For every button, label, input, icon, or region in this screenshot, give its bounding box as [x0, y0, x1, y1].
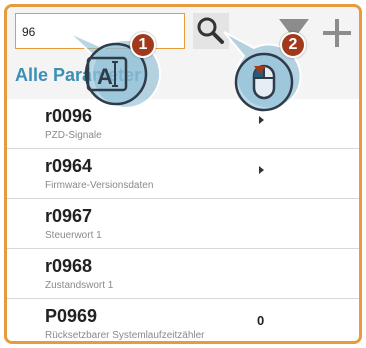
parameter-description: Zustandswort 1	[45, 280, 114, 291]
list-item[interactable]: r0964 Firmware-Versionsdaten	[7, 149, 359, 199]
list-item[interactable]: r0968 Zustandswort 1	[7, 249, 359, 299]
add-icon[interactable]	[321, 17, 353, 54]
callout-badge-2: 2	[280, 32, 306, 58]
list-item[interactable]: P0969 Rücksetzbarer Systemlaufzeitzähler…	[7, 299, 359, 341]
expand-arrow-icon[interactable]	[259, 166, 264, 174]
parameter-description: Firmware-Versionsdaten	[45, 180, 154, 191]
parameter-number: r0968	[45, 256, 93, 276]
parameter-number: P0969	[45, 306, 98, 326]
parameter-value: 0	[257, 313, 265, 328]
parameter-description: PZD-Signale	[45, 130, 102, 141]
parameter-number: r0964	[45, 156, 93, 176]
callout-badge-1: 1	[130, 32, 156, 58]
parameter-description: Steuerwort 1	[45, 230, 102, 241]
parameter-list: r0096 PZD-Signale r0964 Firmware-Version…	[7, 99, 359, 341]
list-item[interactable]: r0967 Steuerwort 1	[7, 199, 359, 249]
svg-text:A: A	[97, 64, 113, 89]
parameter-description: Rücksetzbarer Systemlaufzeitzähler	[45, 330, 205, 341]
parameter-number: r0967	[45, 206, 93, 226]
